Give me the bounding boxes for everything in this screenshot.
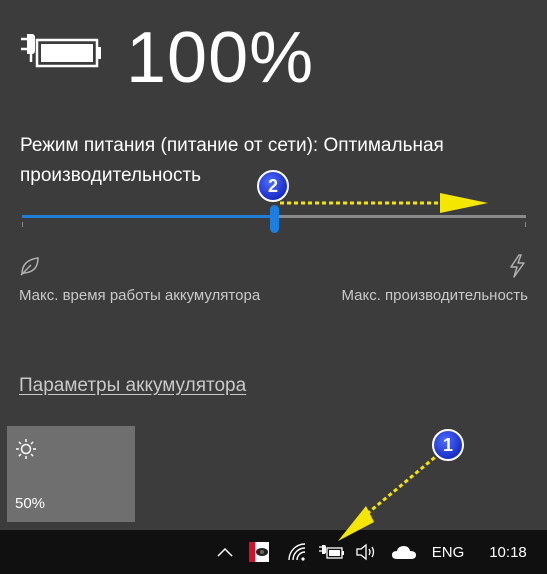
taskbar: ENG 10:18 xyxy=(0,530,547,574)
app-icon[interactable] xyxy=(246,530,272,574)
plugged-battery-icon xyxy=(21,34,101,68)
slider-fill xyxy=(22,215,274,218)
annotation-badge-1: 1 xyxy=(432,429,464,461)
language-indicator[interactable]: ENG xyxy=(428,530,468,574)
annotation-badge-2: 2 xyxy=(257,170,289,202)
max-performance-label: Макс. производительность xyxy=(341,287,528,304)
battery-settings-link[interactable]: Параметры аккумулятора xyxy=(19,375,246,397)
sun-icon xyxy=(16,439,36,459)
brightness-tile[interactable]: 50% xyxy=(7,426,135,522)
battery-status xyxy=(18,26,103,70)
brightness-value: 50% xyxy=(15,495,46,512)
leaf-icon xyxy=(20,257,39,276)
cloud-icon[interactable] xyxy=(390,530,418,574)
slider-tick xyxy=(22,222,23,227)
slider-tick xyxy=(525,222,526,227)
battery-percent: 100% xyxy=(126,18,315,98)
chevron-up-icon[interactable] xyxy=(212,530,238,574)
lightning-icon xyxy=(510,254,525,278)
battery-icon[interactable] xyxy=(316,530,346,574)
slider-thumb[interactable] xyxy=(270,205,279,233)
wifi-icon[interactable] xyxy=(284,530,310,574)
clock[interactable]: 10:18 xyxy=(480,530,536,574)
battery-flyout: 100% Режим питания (питание от сети): Оп… xyxy=(0,0,547,530)
max-battery-label: Макс. время работы аккумулятора xyxy=(19,287,261,304)
volume-icon[interactable] xyxy=(354,530,378,574)
